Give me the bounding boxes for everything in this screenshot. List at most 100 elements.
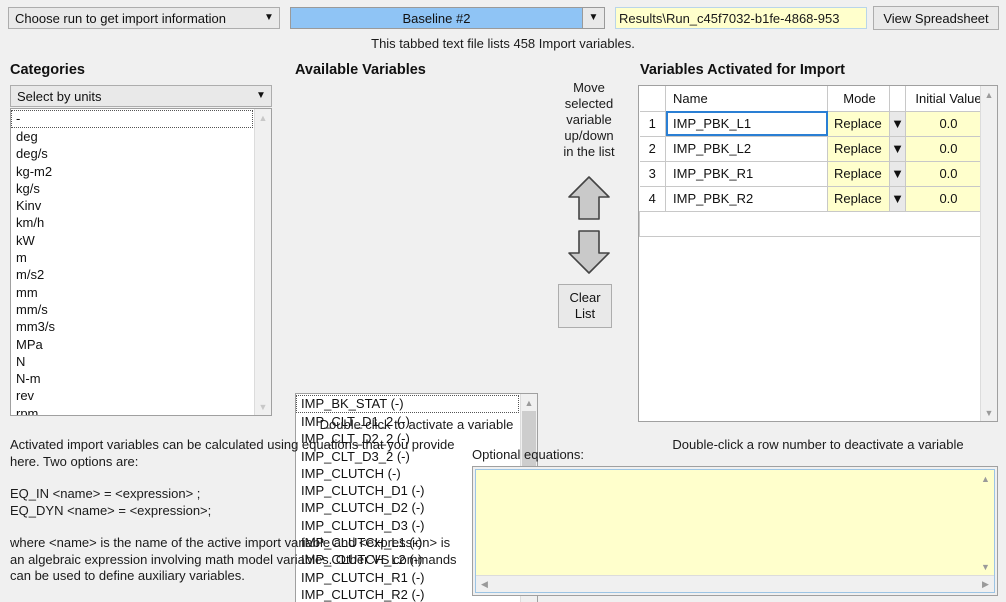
- scroll-left-icon[interactable]: ◀: [476, 579, 493, 590]
- activated-variables-hint: Double-click a row number to deactivate …: [672, 437, 964, 452]
- list-item[interactable]: km/h: [11, 214, 254, 231]
- scroll-down-icon[interactable]: ▼: [977, 558, 994, 575]
- chevron-down-icon: ▼: [891, 191, 904, 206]
- list-item[interactable]: kW: [11, 232, 254, 249]
- list-item[interactable]: mm3/s: [11, 318, 254, 335]
- categories-selector-value: Select by units: [17, 88, 102, 104]
- scrollbar-track[interactable]: [255, 126, 271, 398]
- move-down-button[interactable]: [548, 228, 630, 276]
- mode-dropdown-button[interactable]: ▼: [889, 135, 906, 162]
- categories-item-list[interactable]: - deg deg/s kg-m2 kg/s Kinv km/h kW m m/s2 mm mm/s m…: [11, 109, 254, 415]
- scroll-up-icon[interactable]: ▲: [981, 86, 997, 103]
- scroll-right-icon[interactable]: ▶: [977, 579, 994, 590]
- view-spreadsheet-button[interactable]: View Spreadsheet: [873, 6, 999, 30]
- list-item[interactable]: N: [11, 353, 254, 370]
- help-spacer-1: [10, 470, 460, 486]
- variable-name-cell[interactable]: IMP_PBK_L1: [665, 110, 828, 137]
- move-instruction-label: Move selected variable up/down in the list: [548, 80, 630, 160]
- table-row[interactable]: 1 IMP_PBK_L1 Replace ▼ 0.0: [639, 110, 980, 137]
- help-spacer-2: [10, 519, 460, 535]
- scrollbar-track[interactable]: [977, 487, 994, 558]
- initial-value-cell[interactable]: 0.0: [905, 160, 980, 187]
- initial-value-cell[interactable]: 0.0: [905, 110, 980, 137]
- activated-variables-title: Variables Activated for Import: [640, 62, 845, 78]
- list-item[interactable]: rpm: [11, 405, 254, 415]
- mode-cell[interactable]: Replace: [827, 110, 890, 137]
- mode-dropdown-button[interactable]: ▼: [889, 185, 906, 212]
- arrow-up-icon: [568, 176, 610, 220]
- list-item[interactable]: MPa: [11, 336, 254, 353]
- categories-scrollbar[interactable]: ▲ ▼: [254, 109, 271, 415]
- list-item[interactable]: deg/s: [11, 145, 254, 162]
- categories-listbox[interactable]: - deg deg/s kg-m2 kg/s Kinv km/h kW m m/s2 mm mm/s m…: [10, 108, 272, 416]
- equations-vertical-scrollbar[interactable]: ▲ ▼: [977, 470, 994, 575]
- table-empty-cell: [639, 210, 980, 237]
- row-number-cell[interactable]: 1: [639, 110, 666, 137]
- variable-name-cell[interactable]: IMP_PBK_R2: [665, 185, 828, 212]
- run-name-dropdown[interactable]: Baseline #2 ▼: [290, 7, 605, 29]
- scrollbar-track[interactable]: [981, 103, 997, 404]
- initial-value-cell[interactable]: 0.0: [905, 185, 980, 212]
- status-text: This tabbed text file lists 458 Import v…: [371, 36, 635, 51]
- move-instruction-line: variable: [566, 112, 612, 127]
- mode-cell[interactable]: Replace: [827, 185, 890, 212]
- activated-table-scrollbar[interactable]: ▲ ▼: [980, 86, 997, 421]
- list-item[interactable]: mm: [11, 284, 254, 301]
- view-spreadsheet-label: View Spreadsheet: [883, 10, 989, 26]
- row-number-cell[interactable]: 4: [639, 185, 666, 212]
- list-item[interactable]: kg/s: [11, 180, 254, 197]
- clear-list-button[interactable]: Clear List: [558, 284, 612, 328]
- optional-equations-box[interactable]: ▲ ▼ ◀ ▶: [472, 466, 998, 596]
- equations-horizontal-scrollbar[interactable]: ◀ ▶: [476, 575, 994, 592]
- results-path-value: Results\Run_c45f7032-b1fe-4868-953: [619, 10, 840, 26]
- table-empty-area: [639, 210, 980, 237]
- optional-equations-input[interactable]: [476, 470, 977, 575]
- list-item[interactable]: N-m: [11, 370, 254, 387]
- activated-variables-table[interactable]: Name Mode Initial Value 1 IMP_PBK_L1 Repla…: [638, 85, 998, 422]
- chevron-down-icon: ▼: [891, 166, 904, 181]
- scroll-up-icon[interactable]: ▲: [255, 109, 271, 126]
- mode-dropdown-button[interactable]: ▼: [889, 160, 906, 187]
- variable-name-cell[interactable]: IMP_PBK_R1: [665, 160, 828, 187]
- optional-equations-label: Optional equations:: [472, 447, 585, 462]
- scroll-up-icon[interactable]: ▲: [521, 394, 537, 411]
- run-selector-dropdown[interactable]: Choose run to get import information ▼: [8, 7, 280, 29]
- list-item[interactable]: kg-m2: [11, 163, 254, 180]
- scroll-up-icon[interactable]: ▲: [977, 470, 994, 487]
- list-item[interactable]: IMP_BK_STAT (-): [296, 395, 519, 413]
- list-item[interactable]: mm/s: [11, 301, 254, 318]
- list-item[interactable]: -: [11, 110, 253, 128]
- list-item[interactable]: m: [11, 249, 254, 266]
- move-instruction-line: selected: [564, 96, 614, 111]
- table-row[interactable]: 4 IMP_PBK_R2 Replace ▼ 0.0: [639, 185, 980, 212]
- move-instruction-line: up/down: [564, 128, 614, 143]
- row-number-cell[interactable]: 2: [639, 135, 666, 162]
- list-item[interactable]: m/s2: [11, 266, 254, 283]
- variable-name-cell[interactable]: IMP_PBK_L2: [665, 135, 828, 162]
- categories-title: Categories: [10, 62, 85, 78]
- initial-value-cell[interactable]: 0.0: [905, 135, 980, 162]
- activated-grid[interactable]: Name Mode Initial Value 1 IMP_PBK_L1 Repla…: [639, 86, 980, 237]
- list-item[interactable]: deg: [11, 128, 254, 145]
- header-name: Name: [665, 86, 828, 112]
- categories-selector-dropdown[interactable]: Select by units ▼: [10, 85, 272, 107]
- chevron-down-icon: ▼: [891, 116, 904, 131]
- equations-help-text: Activated import variables can be calcul…: [10, 437, 460, 585]
- table-row[interactable]: 3 IMP_PBK_R1 Replace ▼ 0.0: [639, 160, 980, 187]
- mode-cell[interactable]: Replace: [827, 160, 890, 187]
- move-instruction-line: in the list: [563, 144, 615, 159]
- scroll-down-icon[interactable]: ▼: [981, 404, 997, 421]
- header-rownum: [639, 86, 666, 112]
- list-item[interactable]: rev: [11, 387, 254, 404]
- move-up-button[interactable]: [548, 174, 630, 222]
- scroll-down-icon[interactable]: ▼: [255, 398, 271, 415]
- row-number-cell[interactable]: 3: [639, 160, 666, 187]
- list-item[interactable]: Kinv: [11, 197, 254, 214]
- chevron-down-icon: ▼: [891, 141, 904, 156]
- mode-dropdown-button[interactable]: ▼: [889, 110, 906, 137]
- mode-cell[interactable]: Replace: [827, 135, 890, 162]
- available-variables-hint: Double-click to activate a variable: [319, 417, 514, 432]
- results-path-field[interactable]: Results\Run_c45f7032-b1fe-4868-953: [615, 7, 867, 29]
- table-row[interactable]: 2 IMP_PBK_L2 Replace ▼ 0.0: [639, 135, 980, 162]
- import-variables-panel: Choose run to get import information ▼ B…: [0, 0, 1006, 602]
